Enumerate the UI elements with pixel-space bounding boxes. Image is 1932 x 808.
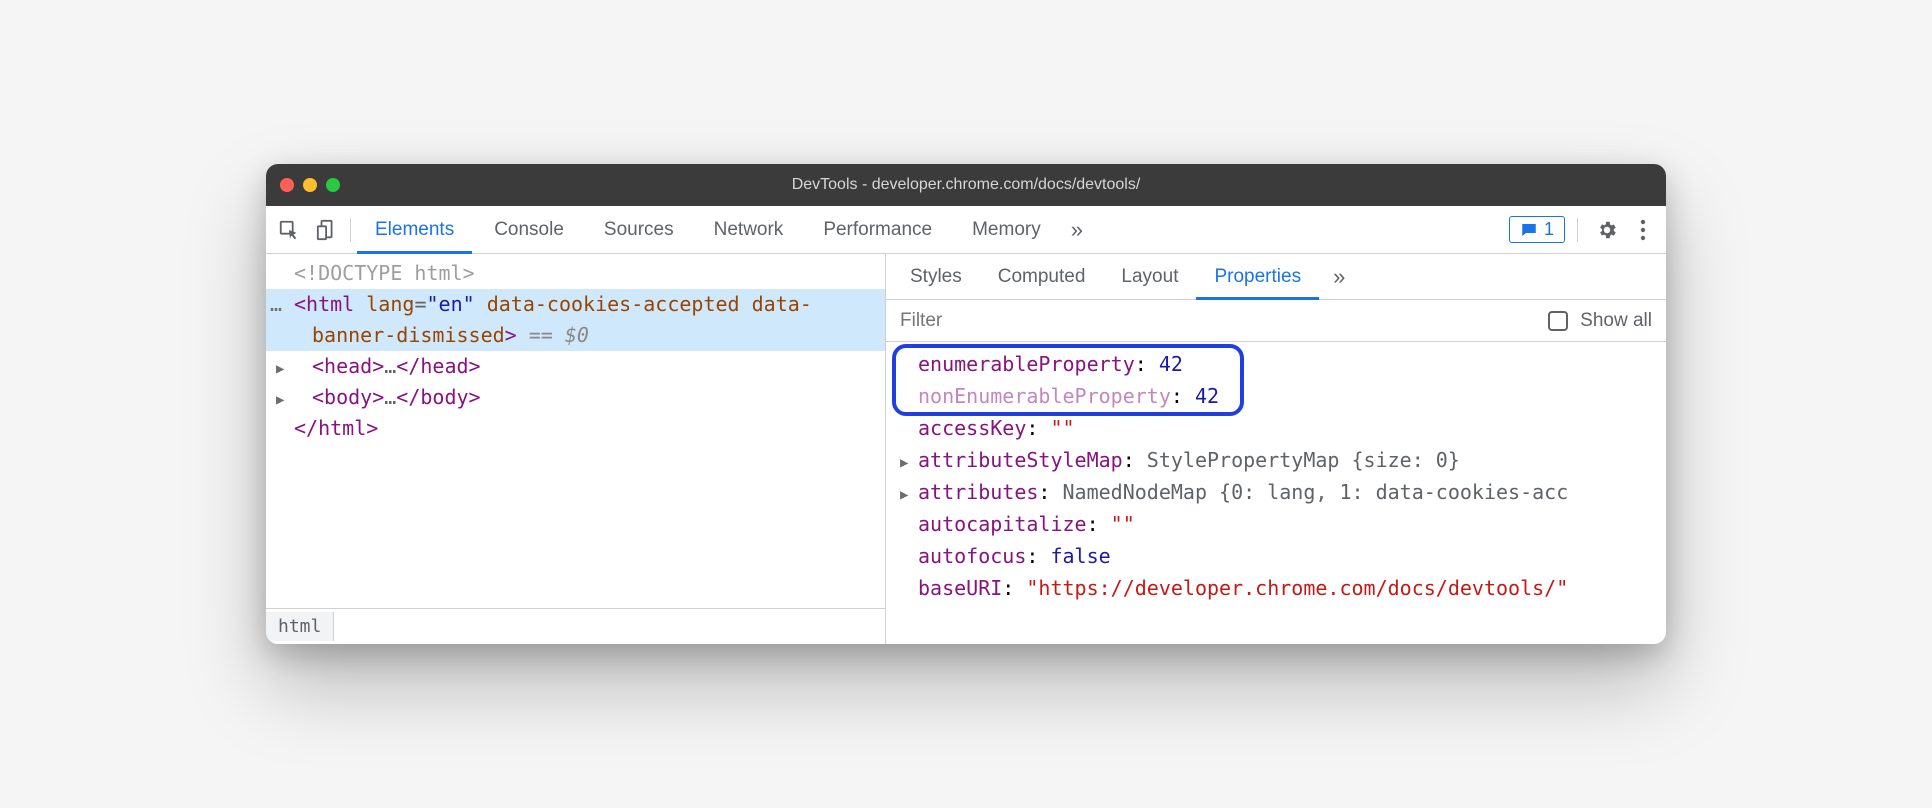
- side-tab-styles[interactable]: Styles: [892, 254, 980, 299]
- expand-icon[interactable]: ▶: [900, 484, 908, 506]
- dom-html-open[interactable]: …<html lang="en" data-cookies-accepted d…: [266, 289, 885, 320]
- property-value: false: [1050, 544, 1110, 568]
- property-value: 42: [1195, 384, 1219, 408]
- property-key: nonEnumerableProperty: [918, 384, 1171, 408]
- tab-console[interactable]: Console: [476, 206, 582, 253]
- side-tab-layout[interactable]: Layout: [1103, 254, 1196, 299]
- messages-button[interactable]: 1: [1509, 216, 1565, 243]
- show-all-checkbox[interactable]: [1548, 311, 1568, 331]
- property-row[interactable]: autocapitalize: "": [900, 508, 1666, 540]
- expand-icon[interactable]: ▶: [276, 390, 284, 412]
- property-row[interactable]: accessKey: "": [900, 412, 1666, 444]
- property-value: StylePropertyMap {size: 0}: [1147, 448, 1460, 472]
- tab-sources[interactable]: Sources: [586, 206, 692, 253]
- breadcrumb: html: [266, 608, 885, 644]
- tab-memory[interactable]: Memory: [954, 206, 1059, 253]
- property-key: autocapitalize: [918, 512, 1087, 536]
- inspect-element-icon[interactable]: [272, 213, 306, 247]
- properties-filter-row: Show all: [886, 300, 1666, 342]
- dom-html-open-cont[interactable]: banner-dismissed> == $0: [266, 320, 885, 351]
- more-tabs-icon[interactable]: »: [1063, 217, 1091, 243]
- window-title: DevTools - developer.chrome.com/docs/dev…: [266, 176, 1666, 194]
- divider: [350, 218, 351, 242]
- property-key: enumerableProperty: [918, 352, 1135, 376]
- titlebar: DevTools - developer.chrome.com/docs/dev…: [266, 164, 1666, 206]
- property-row[interactable]: baseURI: "https://developer.chrome.com/d…: [900, 572, 1666, 604]
- property-value: "https://developer.chrome.com/docs/devto…: [1026, 576, 1568, 600]
- gear-icon: [1596, 219, 1618, 241]
- expand-icon[interactable]: ▶: [276, 359, 284, 381]
- tab-performance[interactable]: Performance: [805, 206, 950, 253]
- property-row[interactable]: nonEnumerableProperty: 42: [900, 380, 1666, 412]
- devtools-window: DevTools - developer.chrome.com/docs/dev…: [266, 164, 1666, 644]
- property-row[interactable]: enumerableProperty: 42: [900, 348, 1666, 380]
- zoom-icon[interactable]: [326, 178, 340, 192]
- side-tab-properties[interactable]: Properties: [1196, 255, 1319, 300]
- tab-elements[interactable]: Elements: [357, 207, 472, 254]
- message-icon: [1520, 221, 1538, 239]
- settings-button[interactable]: [1590, 219, 1624, 241]
- dom-tree[interactable]: <!DOCTYPE html> …<html lang="en" data-co…: [266, 254, 885, 608]
- property-row[interactable]: ▶attributes: NamedNodeMap {0: lang, 1: d…: [900, 476, 1666, 508]
- minimize-icon[interactable]: [303, 178, 317, 192]
- show-all-label: Show all: [1580, 310, 1652, 332]
- elements-panel: <!DOCTYPE html> …<html lang="en" data-co…: [266, 254, 886, 644]
- more-side-tabs-icon[interactable]: »: [1325, 264, 1353, 290]
- properties-list[interactable]: enumerableProperty: 42nonEnumerablePrope…: [886, 342, 1666, 644]
- kebab-icon: [1640, 219, 1646, 241]
- breadcrumb-item[interactable]: html: [266, 612, 334, 641]
- device-toolbar-icon[interactable]: [310, 213, 344, 247]
- property-key: accessKey: [918, 416, 1026, 440]
- property-value: NamedNodeMap {0: lang, 1: data-cookies-a…: [1063, 480, 1569, 504]
- filter-input[interactable]: [900, 310, 1536, 332]
- tab-network[interactable]: Network: [696, 206, 802, 253]
- property-value: "": [1050, 416, 1074, 440]
- dom-doctype[interactable]: <!DOCTYPE html>: [266, 258, 885, 289]
- property-key: autofocus: [918, 544, 1026, 568]
- side-tabs: Styles Computed Layout Properties »: [886, 254, 1666, 300]
- property-key: attributeStyleMap: [918, 448, 1123, 472]
- more-options-button[interactable]: [1634, 219, 1652, 241]
- close-icon[interactable]: [280, 178, 294, 192]
- property-value: "": [1111, 512, 1135, 536]
- main-toolbar: Elements Console Sources Network Perform…: [266, 206, 1666, 254]
- traffic-lights: [280, 178, 340, 192]
- dom-body[interactable]: ▶<body>…</body>: [266, 382, 885, 413]
- property-key: attributes: [918, 480, 1038, 504]
- dom-head[interactable]: ▶<head>…</head>: [266, 351, 885, 382]
- property-row[interactable]: ▶attributeStyleMap: StylePropertyMap {si…: [900, 444, 1666, 476]
- dom-html-close[interactable]: </html>: [266, 413, 885, 444]
- messages-count: 1: [1544, 219, 1554, 240]
- property-row[interactable]: autofocus: false: [900, 540, 1666, 572]
- property-value: 42: [1159, 352, 1183, 376]
- side-tab-computed[interactable]: Computed: [980, 254, 1104, 299]
- main-split: <!DOCTYPE html> …<html lang="en" data-co…: [266, 254, 1666, 644]
- expand-icon[interactable]: ▶: [900, 452, 908, 474]
- side-panel: Styles Computed Layout Properties » Show…: [886, 254, 1666, 644]
- divider: [1577, 218, 1578, 242]
- property-key: baseURI: [918, 576, 1002, 600]
